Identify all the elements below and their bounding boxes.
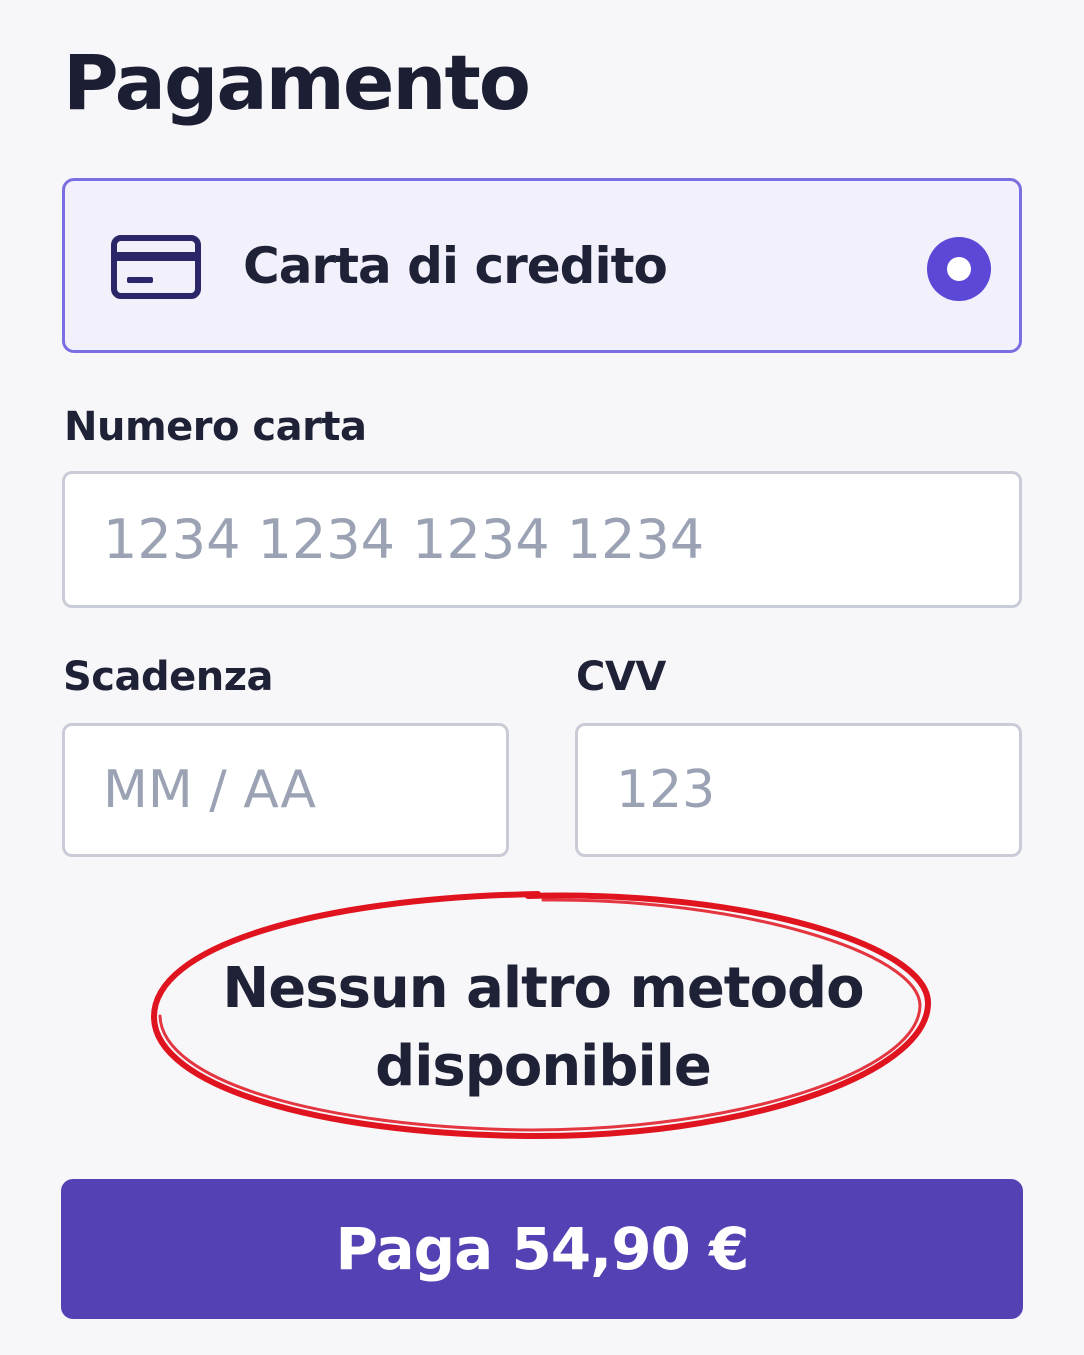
cvv-input[interactable]: [575, 723, 1022, 857]
page-title: Pagamento: [63, 38, 531, 127]
payment-page: Pagamento Carta di credito Numero carta …: [0, 0, 1084, 1355]
card-number-input[interactable]: [62, 471, 1022, 608]
payment-method-label: Carta di credito: [243, 237, 668, 295]
payment-method-radio[interactable]: [927, 237, 991, 301]
cvv-label: CVV: [576, 654, 666, 700]
expiry-input[interactable]: [62, 723, 509, 857]
note-line-1: Nessun altro metodo: [222, 956, 864, 1021]
pay-button[interactable]: Paga 54,90 €: [61, 1179, 1023, 1319]
radio-selected-dot: [947, 257, 971, 281]
payment-method-credit-card[interactable]: Carta di credito: [62, 178, 1022, 353]
note-line-2: disponibile: [375, 1034, 712, 1099]
credit-card-icon: [111, 235, 201, 299]
expiry-label: Scadenza: [63, 654, 274, 700]
card-number-label: Numero carta: [64, 404, 367, 450]
no-other-methods-note: Nessun altro metodo disponibile: [148, 886, 938, 1146]
